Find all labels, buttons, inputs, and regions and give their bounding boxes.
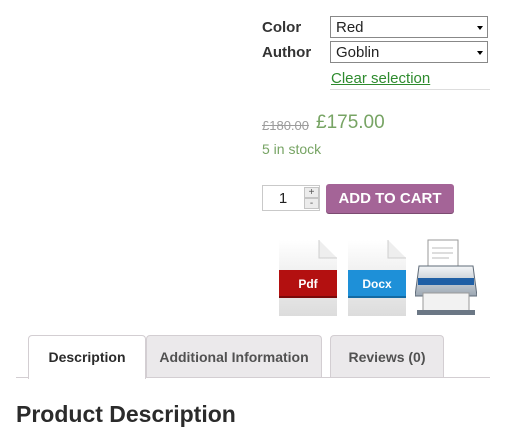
current-price: £175.00 [316, 112, 385, 133]
stock-status: 5 in stock [262, 141, 322, 157]
docx-label: Docx [362, 277, 392, 291]
chevron-down-icon [477, 26, 483, 30]
product-description-heading: Product Description [16, 401, 236, 427]
author-select[interactable]: Goblin [330, 41, 488, 63]
printer-icon[interactable] [414, 238, 478, 316]
old-price: £180.00 [262, 118, 309, 133]
clear-selection-row: Clear selection [330, 68, 490, 90]
quantity-decrease-button[interactable]: - [304, 198, 319, 209]
color-label: Color [262, 19, 302, 36]
tab-description[interactable]: Description [28, 335, 146, 379]
add-to-cart-button[interactable]: ADD TO CART [326, 184, 454, 214]
quantity-increase-button[interactable]: + [304, 187, 319, 198]
tab-additional-information[interactable]: Additional Information [146, 335, 322, 377]
variation-author-row: Author Goblin [262, 41, 490, 66]
author-select-value: Goblin [336, 44, 380, 61]
tab-reviews[interactable]: Reviews (0) [330, 335, 444, 377]
color-select-value: Red [336, 19, 364, 36]
chevron-down-icon [477, 51, 483, 55]
product-tabs: Description Additional Information Revie… [16, 335, 490, 379]
quantity-stepper[interactable]: 1 + - [262, 185, 320, 211]
pdf-download-icon[interactable]: Pdf [279, 240, 337, 316]
quantity-value[interactable]: 1 [263, 190, 303, 207]
product-variations: Color Red Author Goblin [262, 16, 490, 66]
clear-selection-link[interactable]: Clear selection [331, 70, 430, 87]
docx-download-icon[interactable]: Docx [348, 240, 406, 316]
pdf-label: Pdf [298, 277, 318, 291]
variation-color-row: Color Red [262, 16, 490, 41]
color-select[interactable]: Red [330, 16, 488, 38]
author-label: Author [262, 44, 312, 61]
